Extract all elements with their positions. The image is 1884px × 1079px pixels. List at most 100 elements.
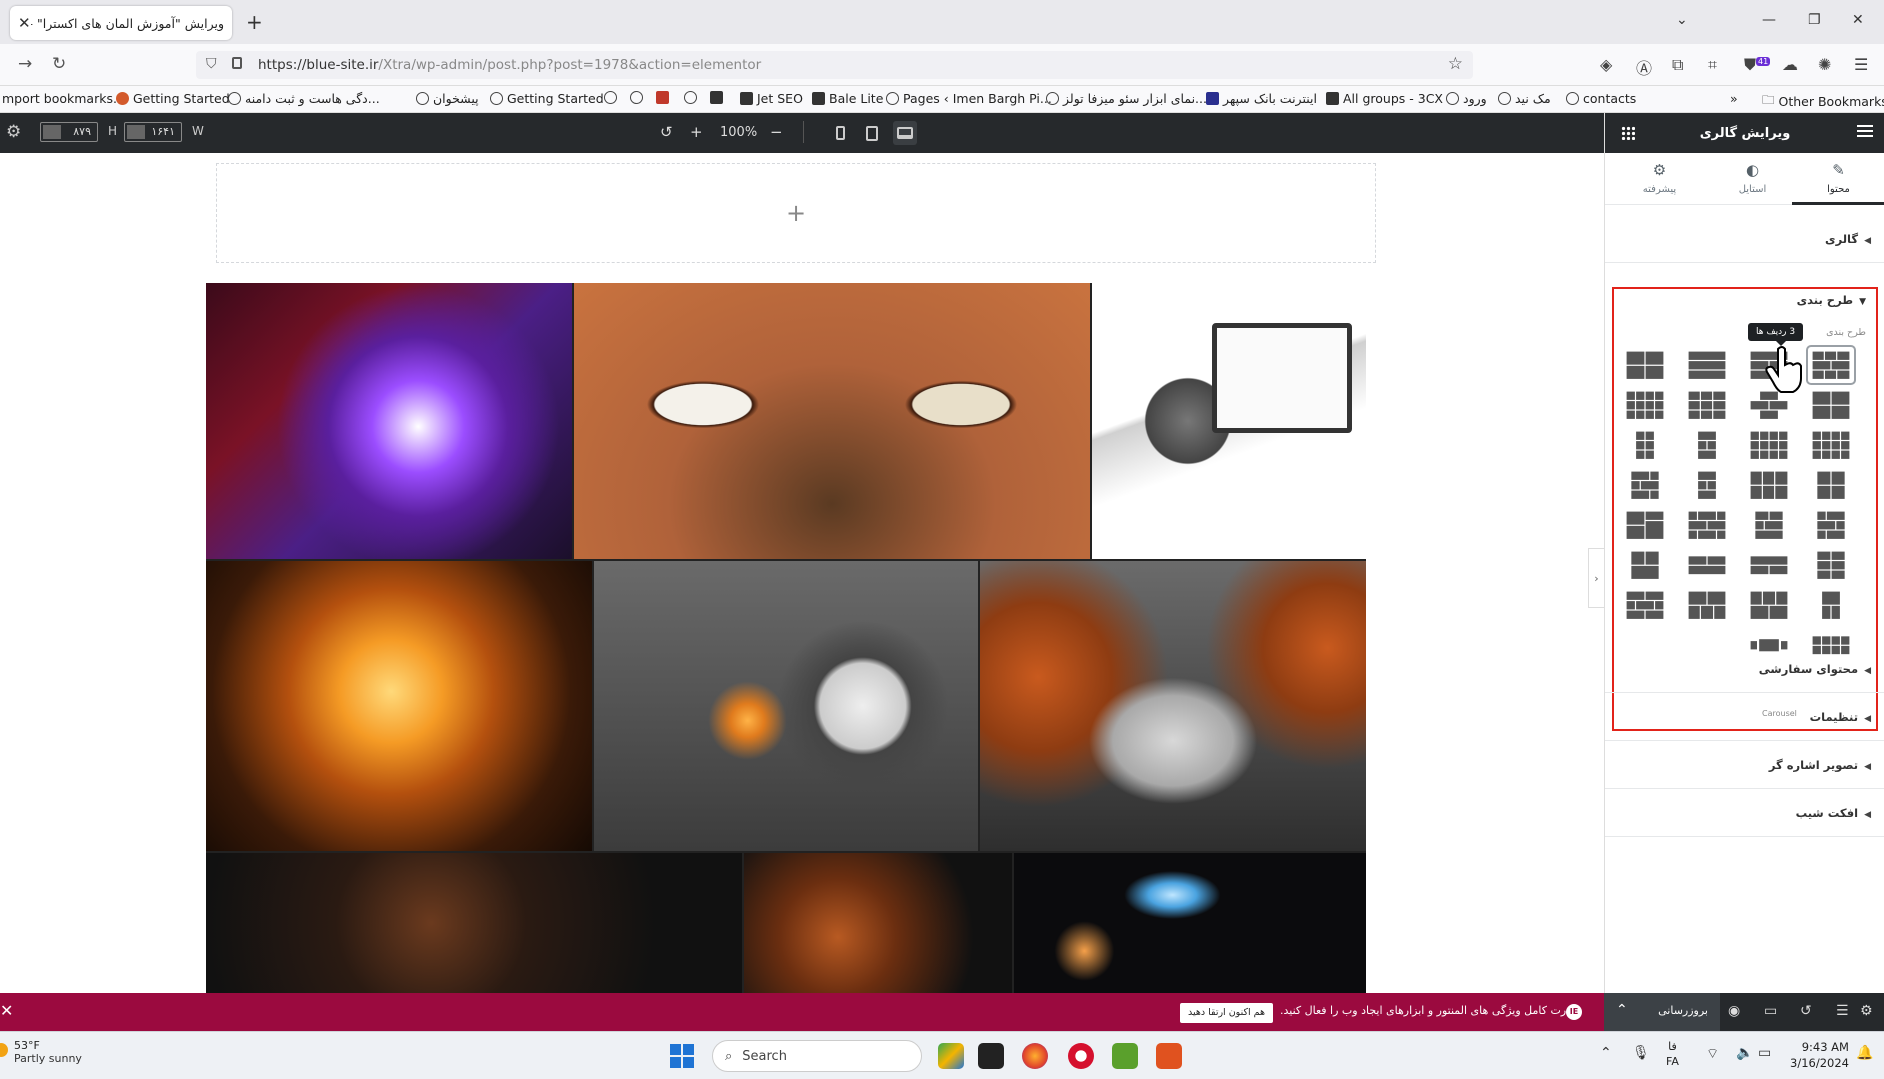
battery-icon[interactable]: ▭ [1758,1045,1771,1061]
extension-gear-icon[interactable]: ✺ [1818,55,1831,74]
section-pointer-image[interactable]: ◀تصویر اشاره گر [1605,741,1884,789]
tab-style[interactable]: ◐ استایل [1706,153,1799,205]
widgets-grid-icon[interactable] [1621,126,1635,140]
bookmark-item[interactable]: نمای ابزار سئو میزفا تولز... [1046,91,1207,106]
chevron-up-icon[interactable]: ⌃ [1616,1002,1628,1018]
gallery-image-grinding[interactable] [594,561,978,851]
zoom-out-icon[interactable]: − [770,123,783,141]
reset-zoom-icon[interactable]: ↺ [660,123,673,141]
copilot-app-icon[interactable] [938,1043,964,1069]
bookmark-item[interactable]: contacts [1566,91,1636,106]
microphone-icon[interactable]: 🎙 [1632,1045,1650,1061]
tray-chevron-up-icon[interactable]: ⌃ [1600,1045,1612,1061]
collapse-panel-handle[interactable]: › [1588,548,1604,608]
bookmark-item[interactable]: Bale Lite [812,91,883,106]
file-explorer-app-icon[interactable] [978,1043,1004,1069]
layout-option[interactable] [1684,427,1730,463]
responsive-icon[interactable]: ▭ [1764,1003,1777,1019]
bookmark-item[interactable]: دگی هاست و ثبت دامنه... [228,91,380,106]
layout-option[interactable] [1808,507,1854,543]
gallery-image-car-factory[interactable] [980,561,1366,851]
layout-option[interactable] [1622,387,1668,423]
layout-option[interactable] [1684,587,1730,623]
bookmark-item[interactable]: ورود [1446,91,1487,106]
bookmarks-overflow[interactable]: » [1730,91,1738,106]
account-icon[interactable]: Ⓐ [1636,55,1652,79]
preview-eye-icon[interactable]: ◉ [1728,1003,1740,1019]
vpn-icon[interactable]: ☁ [1782,55,1798,74]
layout-option[interactable] [1808,587,1854,623]
tracking-shield-icon[interactable]: ⛉ [206,56,217,72]
bookmark-item[interactable]: پیشخوان [416,91,479,106]
section-settings[interactable]: ◀تنظیمات [1605,693,1884,741]
hamburger-menu-icon[interactable] [1857,125,1873,137]
layout-option[interactable] [1684,467,1730,503]
layout-option[interactable] [1684,387,1730,423]
browser-tab-active[interactable]: ویرایش "آموزش المان های اکسترا" – ... ✕ [10,6,232,40]
new-tab-icon[interactable]: + [246,10,263,34]
bookmark-globe[interactable] [630,91,643,104]
layout-option[interactable] [1622,467,1668,503]
taskbar-search[interactable]: ⌕ Search [712,1040,922,1072]
camtasia-app-icon[interactable] [1112,1043,1138,1069]
mobile-view-button[interactable] [828,121,852,145]
desktop-view-button[interactable] [893,121,917,145]
tab-advanced[interactable]: ⚙ پیشرفته [1613,153,1706,205]
section-tilt-effect[interactable]: ◀افکت شیب [1605,789,1884,837]
extension-shield-icon[interactable]: ⛊ 41 [1744,55,1771,75]
layout-option[interactable] [1622,587,1668,623]
gallery-image-welding-robot[interactable] [206,283,572,559]
add-section-icon[interactable]: + [786,199,806,227]
section-custom-content[interactable]: ◀محتوای سفارشی [1605,645,1884,693]
bookmark-globe[interactable] [684,91,697,104]
width-input[interactable]: ۱۶۴۱ [124,122,182,142]
system-clock[interactable]: 9:43 AM 3/16/2024 [1790,1039,1849,1071]
gallery-image-foundry[interactable] [206,561,592,851]
tab-list-chevron-icon[interactable]: ⌄ [1676,12,1688,28]
layout-option[interactable] [1746,427,1792,463]
opera-app-icon[interactable] [1068,1043,1094,1069]
layout-option[interactable] [1746,467,1792,503]
bookmark-gmail[interactable] [656,91,669,104]
layout-option[interactable] [1684,507,1730,543]
bookmark-item[interactable]: Getting Started [490,91,604,106]
site-settings-gear-icon[interactable]: ⚙ [1860,1003,1873,1019]
height-input[interactable]: ۸۷۹ [40,122,98,142]
recorder-app-icon[interactable] [1156,1043,1182,1069]
gallery-image-welder-mask[interactable] [744,853,1012,993]
layout-option[interactable] [1746,547,1792,583]
bookmark-app[interactable] [710,91,723,104]
forward-icon[interactable]: → [18,54,32,74]
url-field[interactable]: ⛉ https://blue-site.ir/Xtra/wp-admin/pos… [196,51,1473,79]
volume-icon[interactable]: 🔈 [1736,1045,1753,1061]
input-language[interactable]: فا FA [1666,1039,1679,1069]
layout-option[interactable] [1622,507,1668,543]
layout-option[interactable] [1808,467,1854,503]
layout-option[interactable] [1684,347,1730,383]
bookmark-item[interactable]: اینترنت بانک سپهر [1206,91,1317,106]
gallery-image-smile[interactable] [574,283,1090,559]
layout-option[interactable] [1622,347,1668,383]
bookmark-item[interactable]: Jet SEO [740,91,803,106]
section-gallery[interactable]: ◀گالری [1605,215,1884,263]
extensions-puzzle-icon[interactable]: ⧉ [1672,55,1683,75]
layout-option[interactable] [1806,345,1856,385]
layout-option[interactable] [1684,547,1730,583]
layout-option[interactable] [1808,387,1854,423]
settings-gear-icon[interactable]: ⚙ [6,122,21,142]
zoom-in-icon[interactable]: + [690,123,703,141]
navigator-layers-icon[interactable]: ☰ [1836,1003,1849,1019]
history-icon[interactable]: ↺ [1800,1003,1812,1019]
close-window-icon[interactable]: ✕ [1852,12,1864,28]
layout-option[interactable] [1746,507,1792,543]
wifi-icon[interactable]: ⌔ [1706,1045,1719,1063]
close-promo-icon[interactable]: ✕ [0,1001,13,1020]
reload-icon[interactable]: ↻ [52,54,66,74]
tab-content[interactable]: ✎ محتوا [1792,153,1884,205]
bookmark-item[interactable]: Getting Started [116,91,230,106]
lock-icon[interactable] [232,57,242,69]
tablet-view-button[interactable] [860,121,884,145]
bookmark-item[interactable]: مک نید [1498,91,1551,106]
bookmark-item[interactable]: mport bookmarks... [2,91,125,106]
layout-option[interactable] [1808,547,1854,583]
